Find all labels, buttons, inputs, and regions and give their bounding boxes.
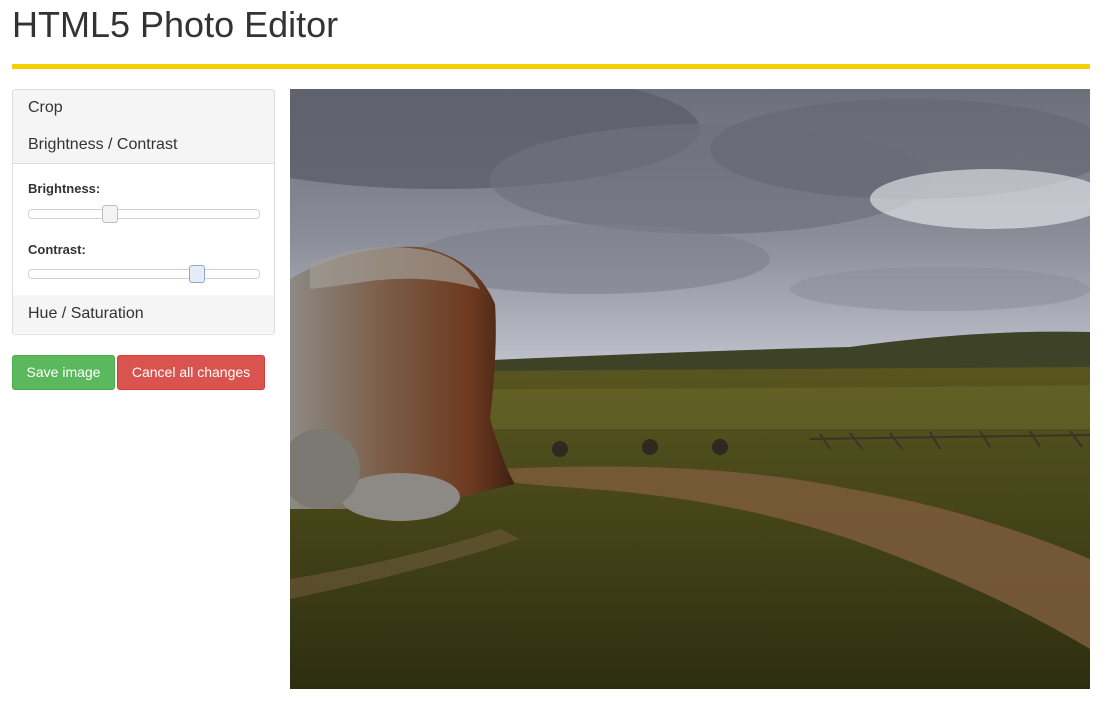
brightness-contrast-body: Brightness: Contrast: <box>13 163 274 295</box>
brightness-label: Brightness: <box>28 181 101 196</box>
title-divider <box>12 64 1090 69</box>
section-brightness-contrast[interactable]: Brightness / Contrast <box>13 126 274 163</box>
section-hue-saturation[interactable]: Hue / Saturation <box>13 295 274 333</box>
contrast-slider[interactable] <box>28 265 260 283</box>
page-title: HTML5 Photo Editor <box>12 4 339 45</box>
brightness-slider-handle[interactable] <box>101 205 118 223</box>
save-image-button[interactable]: Save image <box>12 355 115 390</box>
cancel-all-changes-button[interactable]: Cancel all changes <box>117 355 265 390</box>
landscape-photo <box>290 89 1090 689</box>
brightness-slider[interactable] <box>28 205 260 223</box>
tools-panel: Crop Brightness / Contrast Brightness: C… <box>12 89 275 335</box>
contrast-label: Contrast: <box>28 242 86 257</box>
contrast-slider-handle[interactable] <box>188 265 205 283</box>
section-crop[interactable]: Crop <box>13 90 274 126</box>
